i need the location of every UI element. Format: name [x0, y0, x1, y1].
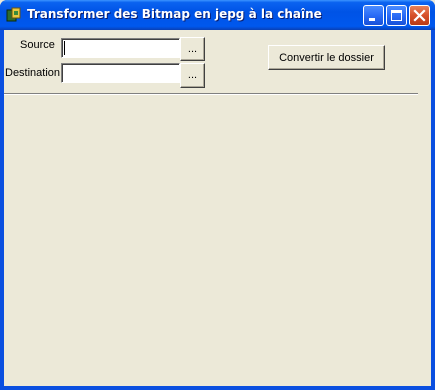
- app-icon: [6, 7, 22, 23]
- close-button[interactable]: [409, 5, 430, 26]
- text-caret: [64, 41, 65, 55]
- source-input[interactable]: [61, 38, 180, 58]
- destination-label: Destination: [5, 67, 61, 79]
- close-icon: [413, 9, 426, 22]
- title-bar[interactable]: Transformer des Bitmap en jepg à la chaî…: [0, 0, 435, 30]
- browse-source-button[interactable]: ...: [180, 37, 205, 61]
- output-area: [4, 95, 431, 386]
- client-area: Source ... Destination ... Convertir le …: [4, 30, 431, 386]
- app-window: Transformer des Bitmap en jepg à la chaî…: [0, 0, 435, 390]
- minimize-icon: [369, 18, 375, 21]
- minimize-button[interactable]: [363, 5, 384, 26]
- maximize-button[interactable]: [386, 5, 407, 26]
- convert-folder-button[interactable]: Convertir le dossier: [268, 45, 385, 70]
- maximize-icon: [391, 10, 402, 21]
- destination-input[interactable]: [61, 63, 180, 83]
- source-label: Source: [20, 39, 55, 51]
- browse-destination-button[interactable]: ...: [180, 63, 205, 88]
- window-title: Transformer des Bitmap en jepg à la chaî…: [27, 7, 322, 21]
